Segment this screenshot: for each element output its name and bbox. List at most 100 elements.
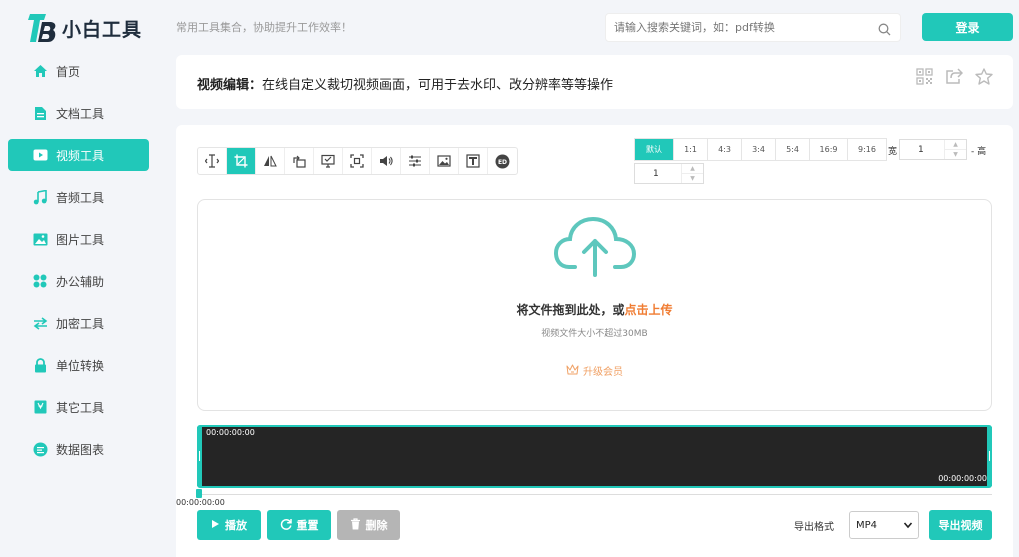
qrcode-icon[interactable]	[916, 68, 933, 89]
ratio-9-16[interactable]: 9:16	[848, 139, 886, 160]
drop-text: 将文件拖到此处，或	[516, 303, 625, 317]
width-stepper[interactable]: 1 ▲ ▼	[899, 139, 967, 160]
trim-handle-start[interactable]	[197, 427, 202, 486]
current-time: 00:00:00:00	[176, 498, 225, 507]
logo-text: 小白工具	[62, 18, 143, 41]
play-button[interactable]: 播放	[197, 510, 261, 540]
logo-mark-icon	[28, 12, 58, 44]
height-decrement-icon[interactable]: ▼	[682, 174, 703, 183]
crown-icon	[566, 364, 579, 378]
ratio-3-4[interactable]: 3:4	[742, 139, 776, 160]
sidebar-item-encryption[interactable]: 加密工具	[8, 307, 149, 339]
grid-icon	[32, 273, 48, 289]
sidebar-item-home[interactable]: 首页	[8, 55, 149, 87]
refresh-icon	[280, 518, 292, 533]
swap-icon	[32, 315, 48, 331]
export-video-button[interactable]: 导出视频	[929, 510, 992, 540]
logo[interactable]: 小白工具	[28, 12, 142, 44]
fit-tool-icon[interactable]	[343, 148, 372, 174]
sidebar-item-label: 办公辅助	[56, 274, 105, 289]
sidebar-item-images[interactable]: 图片工具	[8, 223, 149, 255]
sidebar: 首页 文档工具 视频工具 音频工具 图片工具 办公辅助 加密工具 单位转换 其它…	[8, 55, 149, 475]
search-icon[interactable]	[878, 21, 891, 40]
sidebar-item-other[interactable]: 其它工具	[8, 391, 149, 423]
video-timeline[interactable]: 00:00:00:00 00:00:00:00	[197, 425, 992, 488]
trim-handle-end[interactable]	[987, 427, 992, 486]
sidebar-item-label: 音频工具	[56, 190, 105, 205]
width-increment-icon[interactable]: ▲	[945, 140, 966, 150]
export-format-label: 导出格式	[794, 522, 834, 533]
title-actions	[916, 68, 993, 89]
page-title-bold: 视频编辑：	[197, 78, 263, 93]
sidebar-item-charts[interactable]: 数据图表	[8, 433, 149, 465]
search-input[interactable]	[606, 21, 866, 34]
height-value[interactable]: 1	[635, 164, 681, 183]
export-format-select[interactable]: MP4	[849, 511, 919, 539]
editor-panel: ED 默认 1:1 4:3 3:4 5:4 16:9 9:16 宽 1 ▲ ▼ -…	[176, 125, 1013, 557]
flip-tool-icon[interactable]	[256, 148, 285, 174]
bookmark-icon	[32, 399, 48, 415]
width-decrement-icon[interactable]: ▼	[945, 150, 966, 159]
slogan: 常用工具集合，协助提升工作效率！	[176, 21, 352, 34]
star-icon[interactable]	[975, 68, 993, 89]
volume-tool-icon[interactable]	[372, 148, 401, 174]
timeline-end-time: 00:00:00:00	[938, 474, 987, 483]
share-icon[interactable]	[945, 68, 964, 89]
image-tool-icon[interactable]	[430, 148, 459, 174]
lock-icon	[32, 357, 48, 373]
text-tool-icon[interactable]	[459, 148, 488, 174]
scrubber-track[interactable]	[197, 494, 992, 495]
sidebar-item-video[interactable]: 视频工具	[8, 139, 149, 171]
svg-text:ED: ED	[498, 159, 507, 166]
adjust-tool-icon[interactable]	[401, 148, 430, 174]
page-title-description: 在线自定义裁切视频画面，可用于去水印、改分辨率等等操作	[262, 78, 614, 93]
login-button[interactable]: 登录	[922, 13, 1013, 41]
sidebar-item-audio[interactable]: 音频工具	[8, 181, 149, 213]
reset-button[interactable]: 重置	[267, 510, 331, 540]
reset-label: 重置	[296, 519, 319, 532]
file-size-hint: 视频文件大小不超过30MB	[541, 329, 648, 339]
ratio-default[interactable]: 默认	[635, 139, 674, 160]
editor-toolbar: ED	[197, 147, 518, 175]
height-increment-icon[interactable]: ▲	[682, 164, 703, 174]
sidebar-item-units[interactable]: 单位转换	[8, 349, 149, 381]
width-value[interactable]: 1	[900, 140, 944, 159]
screen-tool-icon[interactable]	[314, 148, 343, 174]
sidebar-item-documents[interactable]: 文档工具	[8, 97, 149, 129]
drop-instruction: 将文件拖到此处，或点击上传	[198, 301, 991, 318]
delete-button[interactable]: 删除	[337, 510, 400, 540]
sidebar-item-label: 图片工具	[56, 232, 105, 247]
ratio-5-4[interactable]: 5:4	[776, 139, 810, 160]
crop-tool-icon[interactable]	[227, 148, 256, 174]
sidebar-item-label: 其它工具	[56, 400, 105, 415]
video-icon	[32, 147, 48, 163]
rotate-tool-icon[interactable]	[285, 148, 314, 174]
aspect-ratio-group: 默认 1:1 4:3 3:4 5:4 16:9 9:16	[634, 138, 887, 161]
delete-label: 删除	[365, 519, 388, 532]
search-box[interactable]	[605, 13, 901, 42]
sidebar-item-office[interactable]: 办公辅助	[8, 265, 149, 297]
sidebar-item-label: 加密工具	[56, 316, 105, 331]
sidebar-item-label: 文档工具	[56, 106, 105, 121]
document-icon	[32, 105, 48, 121]
play-label: 播放	[225, 519, 247, 532]
home-icon	[32, 63, 48, 79]
height-stepper[interactable]: 1 ▲ ▼	[634, 163, 704, 184]
export-format-value: MP4	[856, 519, 878, 531]
upload-dropzone[interactable]: 将文件拖到此处，或点击上传 视频文件大小不超过30MB 升级会员	[197, 199, 992, 411]
chart-icon	[32, 441, 48, 457]
image-icon	[32, 231, 48, 247]
upgrade-vip-link[interactable]: 升级会员	[198, 363, 991, 378]
ratio-4-3[interactable]: 4:3	[708, 139, 742, 160]
chevron-down-icon	[903, 520, 913, 533]
title-panel: 视频编辑：在线自定义裁切视频画面，可用于去水印、改分辨率等等操作	[176, 55, 1013, 109]
subtitle-tool-icon[interactable]: ED	[488, 148, 517, 174]
ratio-1-1[interactable]: 1:1	[674, 139, 708, 160]
ratio-16-9[interactable]: 16:9	[810, 139, 848, 160]
height-label: - 高	[971, 147, 987, 157]
upload-link[interactable]: 点击上传	[625, 303, 673, 317]
scrubber-knob[interactable]	[196, 489, 202, 498]
text-cursor-tool-icon[interactable]	[198, 148, 227, 174]
trash-icon	[350, 517, 361, 533]
sidebar-item-label: 视频工具	[56, 148, 105, 163]
